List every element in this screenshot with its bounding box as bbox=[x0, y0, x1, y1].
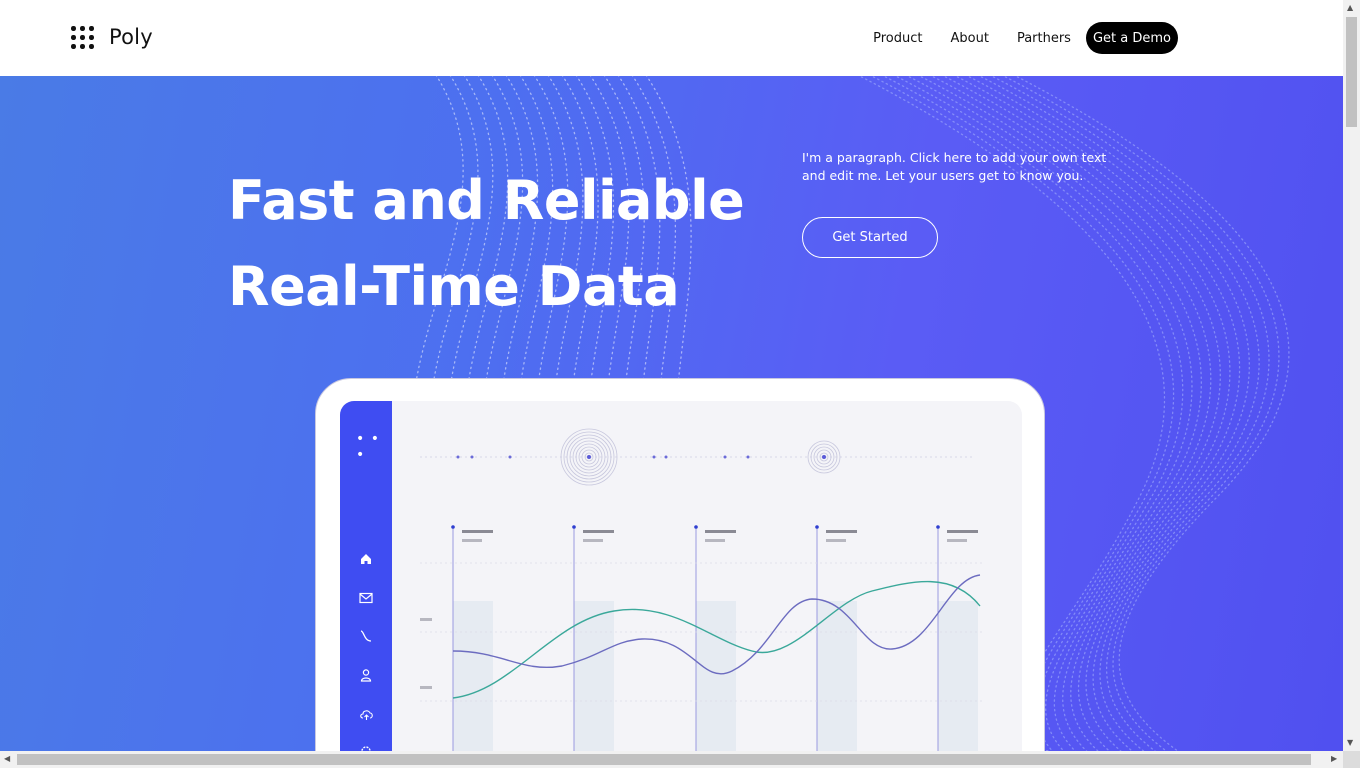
dashboard-device-mockup: • • • bbox=[315, 378, 1045, 751]
hero-paragraph: I'm a paragraph. Click here to add your … bbox=[802, 150, 1107, 183]
horizontal-scroll-thumb[interactable] bbox=[17, 754, 1311, 765]
settings-icon[interactable] bbox=[356, 741, 376, 751]
more-dots-icon[interactable]: • • • bbox=[356, 431, 392, 463]
upload-cloud-icon[interactable] bbox=[356, 704, 376, 724]
vertical-scroll-thumb[interactable] bbox=[1346, 17, 1357, 127]
mail-icon[interactable] bbox=[356, 588, 376, 608]
dot-grid-icon bbox=[71, 26, 95, 50]
horizontal-scrollbar[interactable]: ◀ ▶ bbox=[0, 751, 1343, 768]
curve-icon[interactable] bbox=[356, 626, 376, 646]
main-nav: Product About Parthers Get a Demo bbox=[873, 22, 1178, 54]
site-header: Poly Product About Parthers Get a Demo bbox=[0, 0, 1343, 76]
scroll-left-arrow-icon[interactable]: ◀ bbox=[4, 754, 10, 763]
home-icon[interactable] bbox=[356, 549, 376, 569]
hero-title-line-1: Fast and Reliable bbox=[228, 169, 745, 232]
dashboard-chart bbox=[420, 428, 982, 751]
user-icon[interactable] bbox=[356, 665, 376, 685]
scroll-down-arrow-icon[interactable]: ▼ bbox=[1347, 738, 1353, 747]
scrollbar-corner bbox=[1343, 751, 1360, 768]
hero-title-line-2: Real-Time Data bbox=[228, 255, 680, 318]
nav-link-partners[interactable]: Parthers bbox=[1017, 31, 1071, 46]
page: Poly Product About Parthers Get a Demo F… bbox=[0, 0, 1343, 751]
get-a-demo-button[interactable]: Get a Demo bbox=[1085, 22, 1178, 54]
get-started-button[interactable]: Get Started bbox=[802, 217, 938, 258]
dashboard-sidebar: • • • bbox=[340, 401, 392, 751]
brand-logo[interactable]: Poly bbox=[71, 25, 153, 50]
nav-link-about[interactable]: About bbox=[951, 31, 989, 46]
vertical-scrollbar[interactable]: ▲ ▼ bbox=[1343, 0, 1360, 751]
hero-section: Fast and Reliable Real-Time Data I'm a p… bbox=[0, 76, 1343, 751]
nav-link-product[interactable]: Product bbox=[873, 31, 922, 46]
scroll-right-arrow-icon[interactable]: ▶ bbox=[1331, 754, 1337, 763]
scroll-up-arrow-icon[interactable]: ▲ bbox=[1347, 3, 1353, 12]
brand-name: Poly bbox=[109, 25, 153, 49]
dashboard-screen: • • • bbox=[340, 401, 1022, 751]
hero-title: Fast and Reliable Real-Time Data bbox=[228, 158, 745, 330]
